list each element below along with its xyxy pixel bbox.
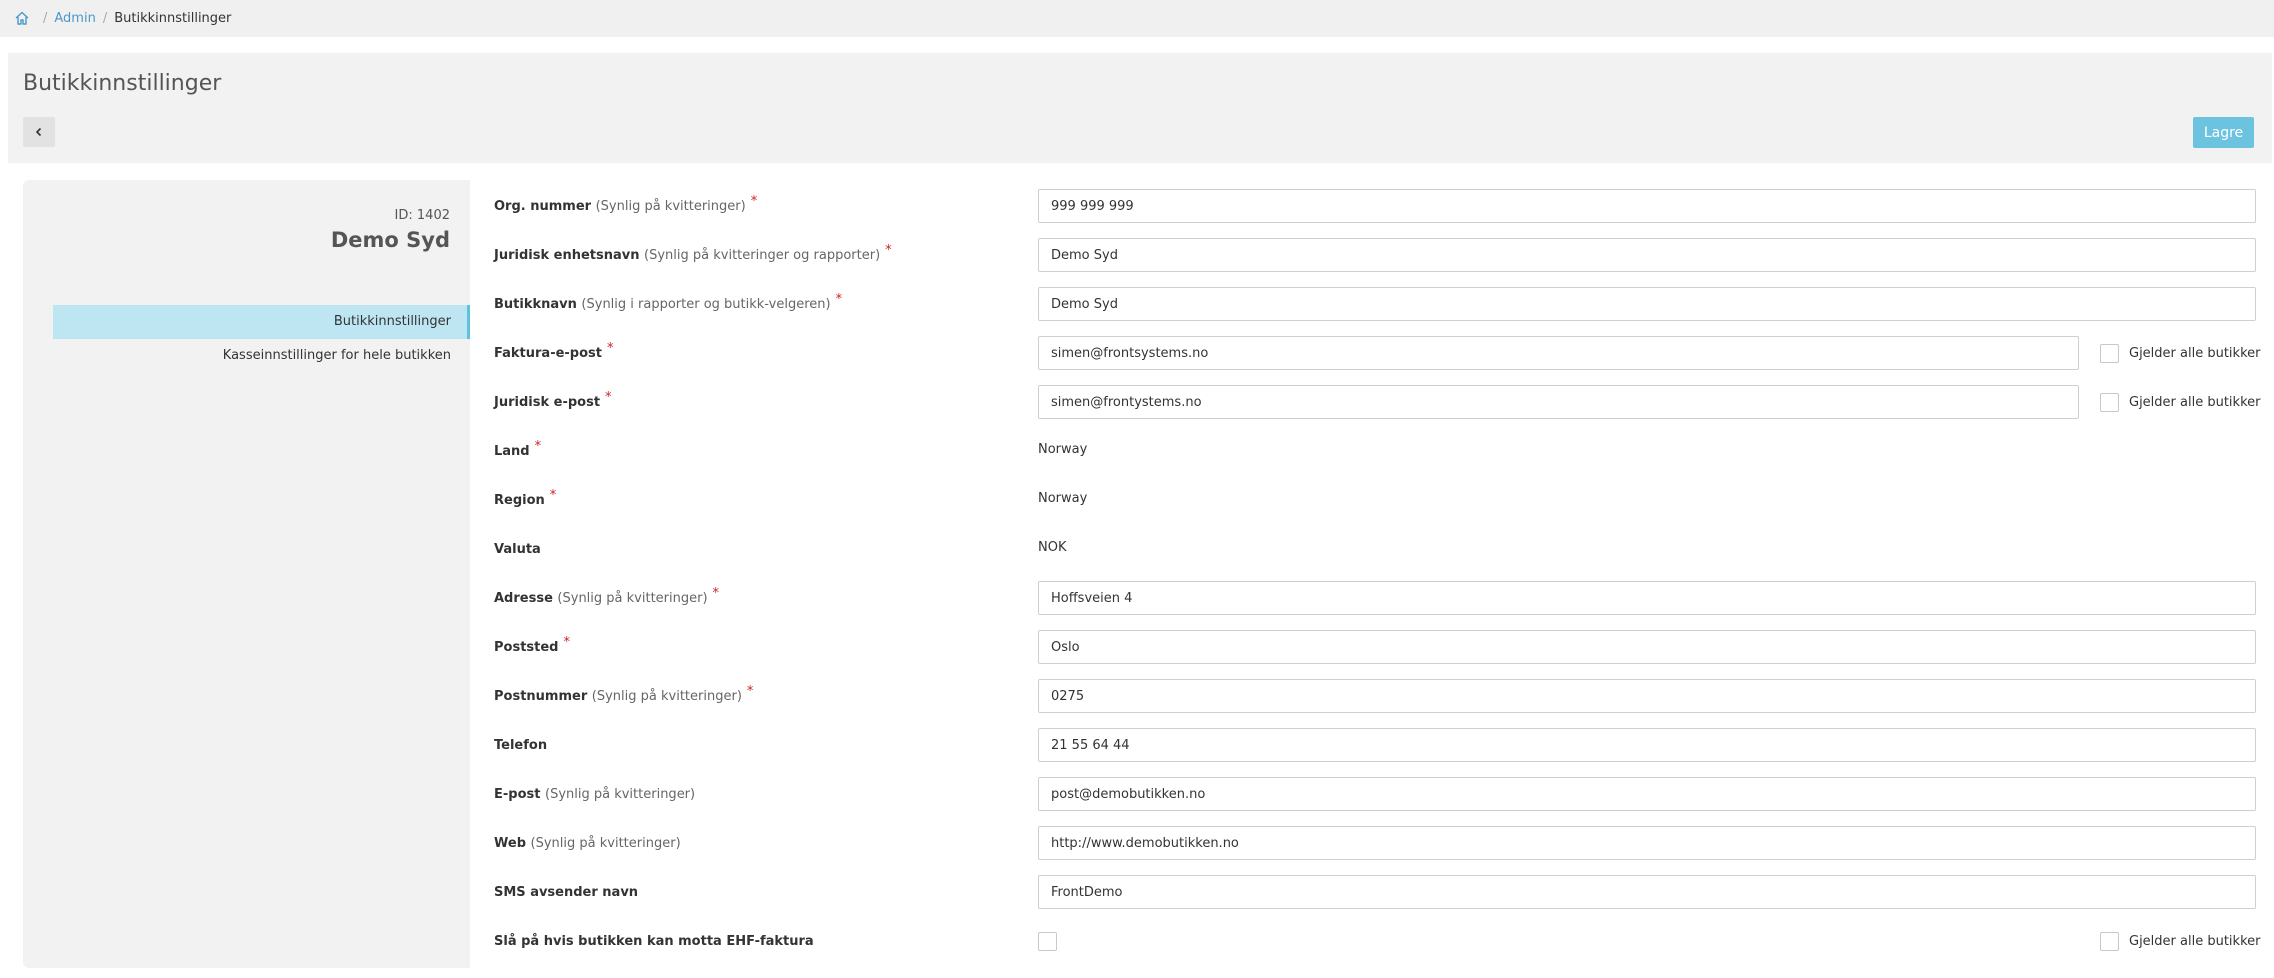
- sidebar-item-register-settings[interactable]: Kasseinnstillinger for hele butikken: [53, 339, 470, 373]
- required-marker: *: [605, 390, 612, 405]
- form-row-invoice-email: Faktura-e-post* Gjelder alle butikker: [494, 336, 2260, 372]
- breadcrumb-admin-link[interactable]: Admin: [54, 11, 95, 26]
- field-label: Faktura-e-post *: [494, 341, 614, 361]
- required-marker: *: [534, 439, 542, 454]
- field-label: Valuta: [494, 542, 541, 557]
- breadcrumb-separator: /: [43, 10, 48, 26]
- legal-email-input[interactable]: [1038, 385, 2079, 419]
- form-row-currency: Valuta NOK: [494, 532, 2256, 568]
- form-row-legal-email: Juridisk e-post* Gjelder alle butikker: [494, 385, 2260, 421]
- field-label: Adresse (Synlig på kvitteringer) *: [494, 586, 720, 606]
- sms-sender-input[interactable]: [1038, 875, 2256, 909]
- form-row-org-number: Org. nummer (Synlig på kvitteringer) *: [494, 189, 2256, 225]
- form-row-email: E-post (Synlig på kvitteringer): [494, 777, 2256, 813]
- legal-name-input[interactable]: [1038, 238, 2256, 272]
- city-input[interactable]: [1038, 630, 2256, 664]
- page-title: Butikkinnstillinger: [23, 71, 222, 96]
- chevron-left-icon: [35, 127, 42, 137]
- field-label: E-post (Synlig på kvitteringer): [494, 787, 696, 802]
- field-label: Telefon: [494, 738, 548, 753]
- all-stores-label: Gjelder alle butikker: [2129, 934, 2261, 949]
- currency-value: NOK: [1038, 540, 1067, 555]
- form-row-region: Region * Norway: [494, 483, 2256, 519]
- phone-input[interactable]: [1038, 728, 2256, 762]
- form-row-phone: Telefon: [494, 728, 2256, 764]
- field-label: Postnummer (Synlig på kvitteringer) *: [494, 684, 754, 704]
- required-marker: *: [885, 243, 892, 258]
- form-row-country: Land * Norway: [494, 434, 2256, 470]
- form-row-store-name: Butikknavn (Synlig i rapporter og butikk…: [494, 287, 2256, 323]
- save-button[interactable]: Lagre: [2193, 117, 2254, 148]
- required-marker: *: [746, 684, 754, 699]
- top-bar: / Admin / Butikkinnstillinger: [0, 0, 2274, 37]
- store-name: Demo Syd: [330, 228, 450, 252]
- address-input[interactable]: [1038, 581, 2256, 615]
- store-id: ID: 1402: [394, 208, 450, 223]
- breadcrumb-current: Butikkinnstillinger: [114, 10, 232, 26]
- required-marker: *: [750, 194, 758, 209]
- form-row-legal-name: Juridisk enhetsnavn (Synlig på kvitterin…: [494, 238, 2256, 274]
- field-label: Org. nummer (Synlig på kvitteringer) *: [494, 194, 758, 214]
- field-label: Slå på hvis butikken kan motta EHF-faktu…: [494, 934, 814, 949]
- form-row-city: Poststed *: [494, 630, 2256, 666]
- region-value: Norway: [1038, 491, 1088, 506]
- all-stores-label: Gjelder alle butikker: [2129, 346, 2261, 361]
- web-input[interactable]: [1038, 826, 2256, 860]
- invoice-email-input[interactable]: [1038, 336, 2079, 370]
- required-marker: *: [835, 292, 843, 307]
- back-button[interactable]: [23, 117, 55, 147]
- country-value: Norway: [1038, 442, 1088, 457]
- org-number-input[interactable]: [1038, 189, 2256, 223]
- home-icon[interactable]: [14, 10, 30, 26]
- form-row-postcode: Postnummer (Synlig på kvitteringer) *: [494, 679, 2256, 715]
- page-header: Butikkinnstillinger Lagre: [8, 53, 2272, 163]
- legal-email-all-stores-checkbox[interactable]: [2100, 393, 2119, 412]
- postcode-input[interactable]: [1038, 679, 2256, 713]
- field-label: Juridisk e-post *: [494, 390, 612, 410]
- form-row-ehf: Slå på hvis butikken kan motta EHF-faktu…: [494, 924, 2260, 960]
- invoice-email-all-stores-checkbox[interactable]: [2100, 344, 2119, 363]
- field-label: Juridisk enhetsnavn (Synlig på kvitterin…: [494, 243, 892, 263]
- field-label: Region *: [494, 488, 557, 508]
- ehf-checkbox[interactable]: [1038, 932, 1057, 951]
- field-label: Land *: [494, 439, 542, 459]
- field-label: Web (Synlig på kvitteringer): [494, 836, 681, 851]
- form-row-sms-sender: SMS avsender navn: [494, 875, 2256, 911]
- form-row-address: Adresse (Synlig på kvitteringer) *: [494, 581, 2256, 617]
- ehf-all-stores-checkbox[interactable]: [2100, 932, 2119, 951]
- field-label: SMS avsender navn: [494, 885, 639, 900]
- sidebar-item-store-settings[interactable]: Butikkinnstillinger: [53, 305, 470, 339]
- required-marker: *: [549, 488, 557, 503]
- required-marker: *: [607, 341, 614, 356]
- sidebar: ID: 1402 Demo Syd Butikkinnstillinger Ka…: [23, 180, 470, 968]
- required-marker: *: [563, 635, 571, 650]
- field-label: Poststed *: [494, 635, 570, 655]
- all-stores-label: Gjelder alle butikker: [2129, 395, 2261, 410]
- breadcrumb: / Admin / Butikkinnstillinger: [14, 10, 231, 26]
- required-marker: *: [712, 586, 720, 601]
- email-input[interactable]: [1038, 777, 2256, 811]
- form-row-web: Web (Synlig på kvitteringer): [494, 826, 2256, 862]
- field-label: Butikknavn (Synlig i rapporter og butikk…: [494, 292, 843, 312]
- store-name-input[interactable]: [1038, 287, 2256, 321]
- breadcrumb-separator: /: [102, 10, 108, 26]
